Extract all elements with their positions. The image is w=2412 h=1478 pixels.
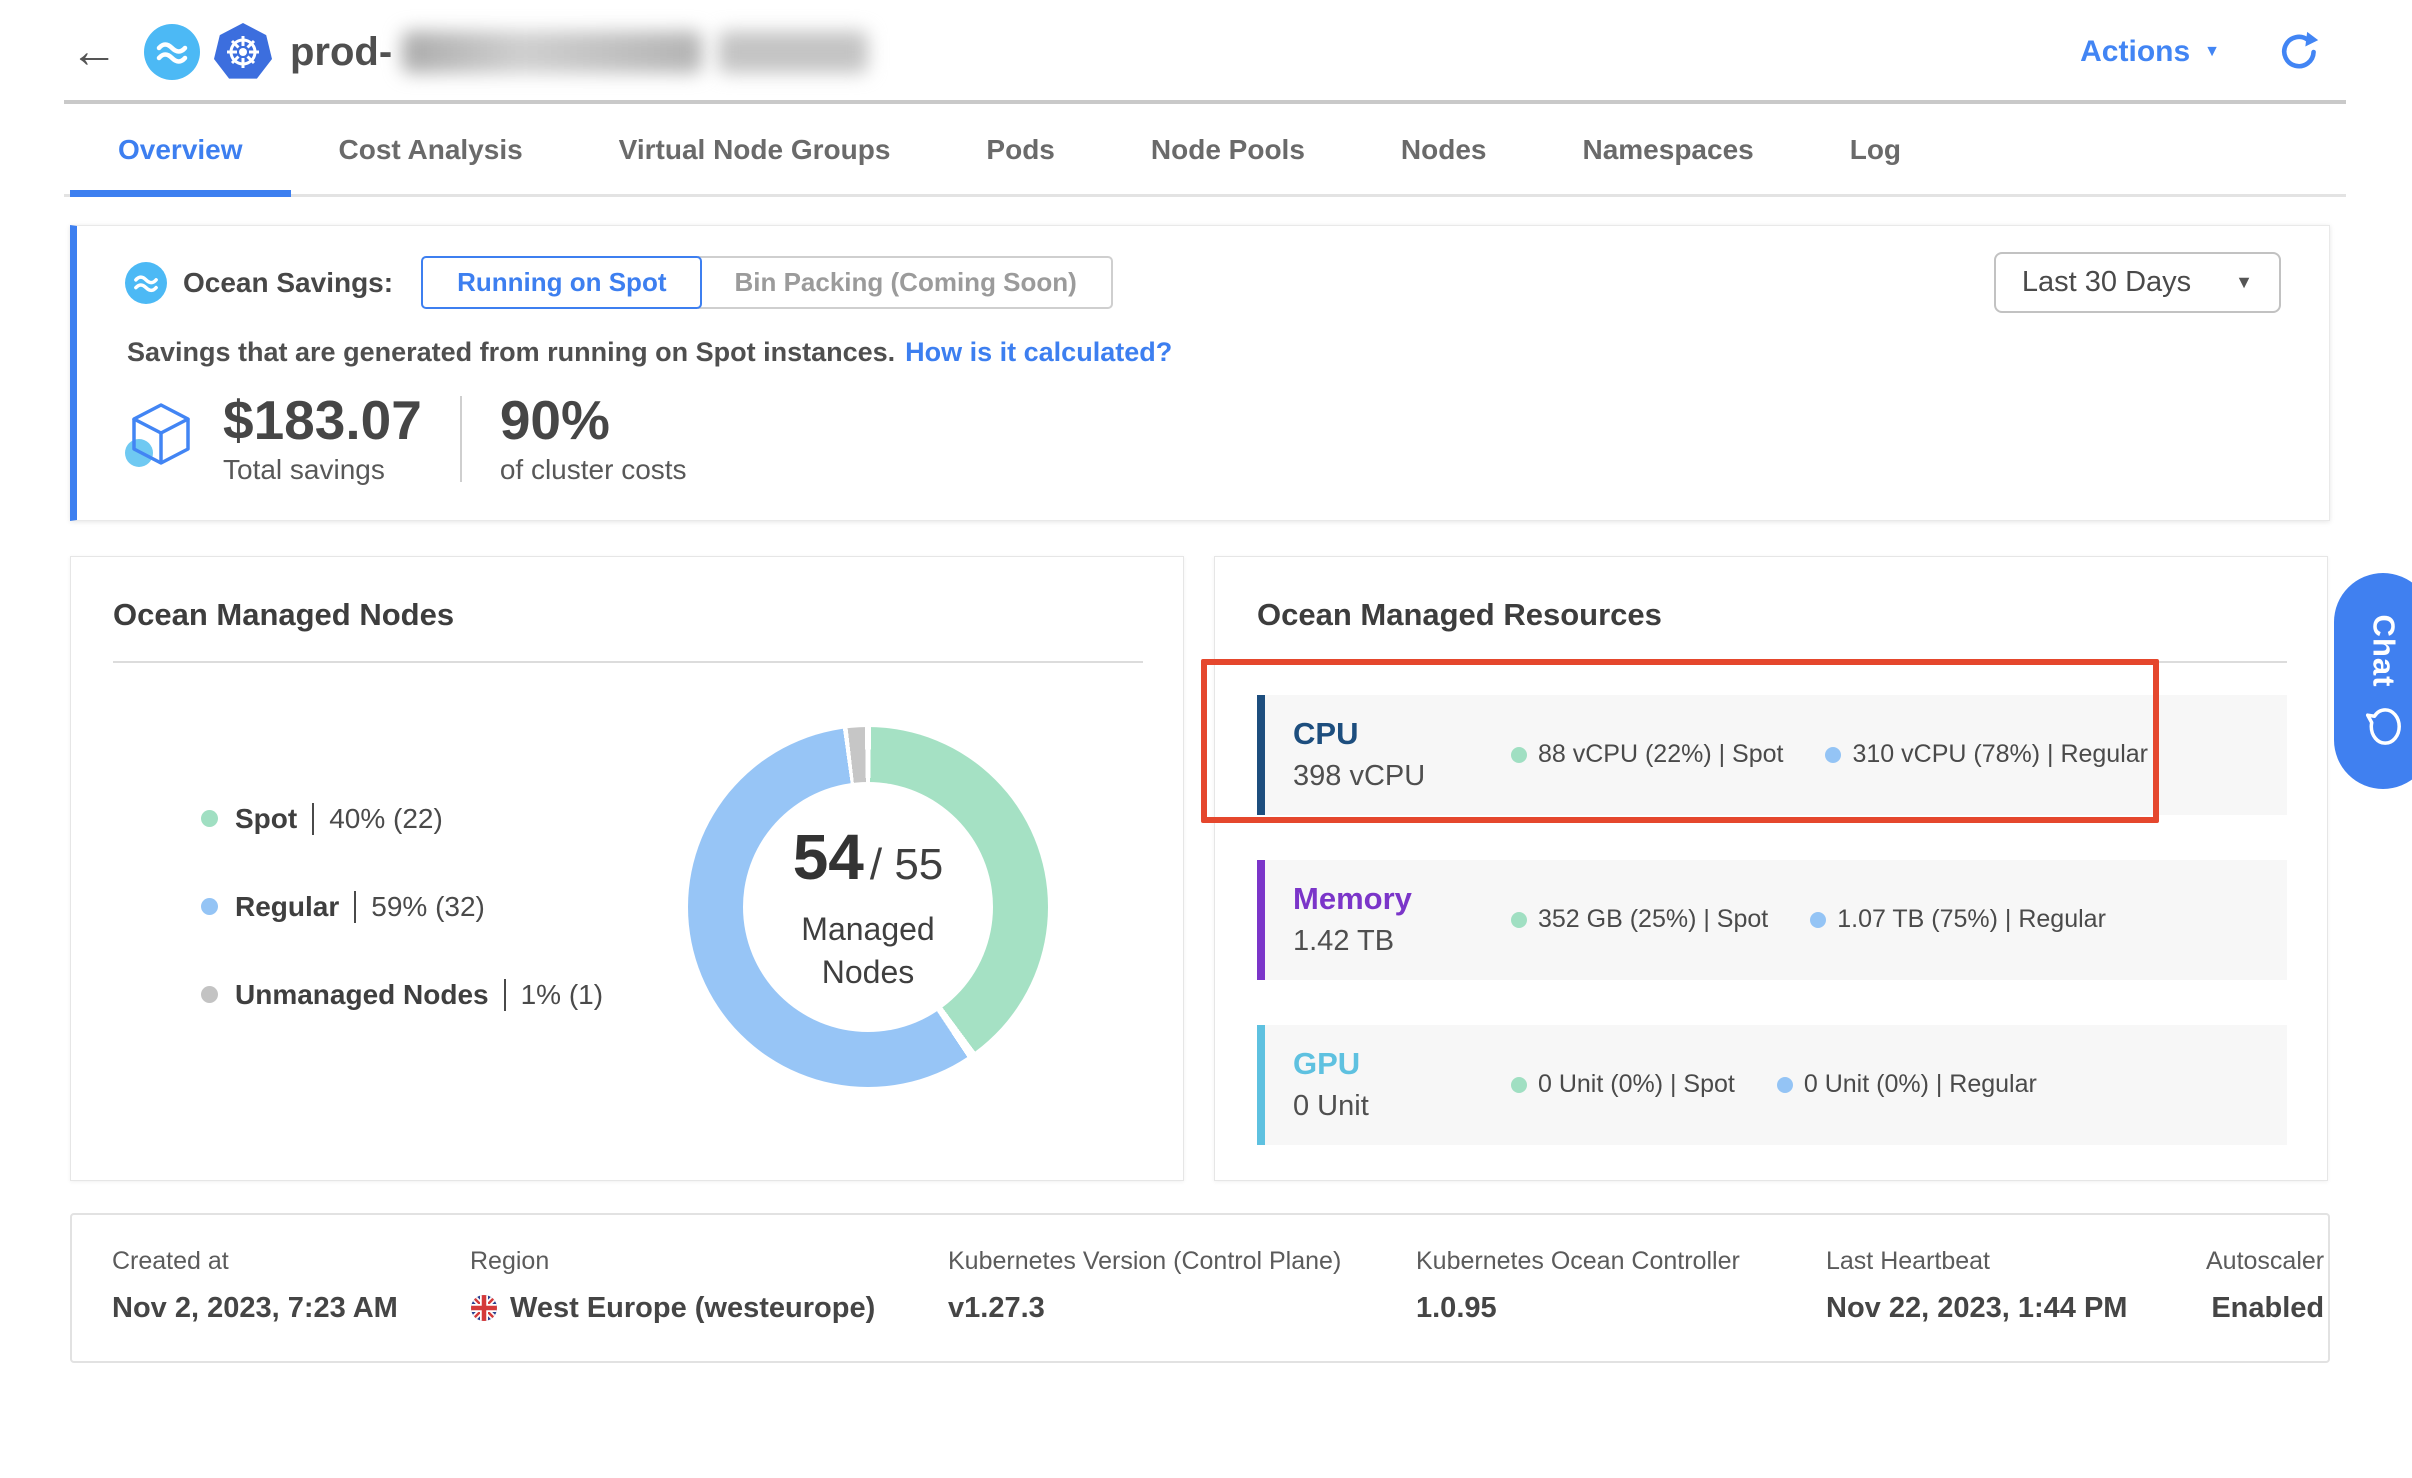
managed-count: 54 bbox=[793, 820, 864, 894]
bin-packing-toggle[interactable]: Bin Packing (Coming Soon) bbox=[698, 256, 1112, 309]
legend-item-regular: Regular 59% (32) bbox=[201, 891, 603, 923]
resource-row-cpu: CPU 398 vCPU 88 vCPU (22%) | Spot 310 vC… bbox=[1257, 695, 2287, 815]
back-arrow-icon[interactable]: ← bbox=[70, 28, 118, 76]
tab-log[interactable]: Log bbox=[1802, 104, 1949, 197]
managed-resources-title: Ocean Managed Resources bbox=[1215, 557, 2327, 633]
spot-dot-icon bbox=[201, 810, 218, 827]
managed-nodes-title: Ocean Managed Nodes bbox=[71, 557, 1183, 633]
ocean-logo-icon bbox=[144, 24, 200, 80]
chat-label: Chat bbox=[2365, 615, 2401, 688]
tab-node-pools[interactable]: Node Pools bbox=[1103, 104, 1353, 197]
legend-item-unmanaged: Unmanaged Nodes 1% (1) bbox=[201, 979, 603, 1011]
total-savings-value: $183.07 bbox=[223, 392, 422, 450]
memory-total: 1.42 TB bbox=[1293, 925, 1511, 958]
ocean-savings-card: Ocean Savings: Running on Spot Bin Packi… bbox=[70, 225, 2330, 521]
savings-view-toggle: Running on Spot Bin Packing (Coming Soon… bbox=[421, 256, 1113, 309]
gpu-regular-detail: 0 Unit (0%) | Regular bbox=[1777, 1070, 2037, 1099]
cpu-spot-detail: 88 vCPU (22%) | Spot bbox=[1511, 740, 1783, 769]
running-on-spot-toggle[interactable]: Running on Spot bbox=[421, 256, 702, 309]
memory-regular-detail: 1.07 TB (75%) | Regular bbox=[1810, 905, 2106, 934]
tab-bar: Overview Cost Analysis Virtual Node Grou… bbox=[64, 104, 2346, 197]
autoscaler-status-badge: Enabled bbox=[2206, 1292, 2324, 1325]
ocean-managed-nodes-panel: Ocean Managed Nodes Spot 40% (22) Regula… bbox=[70, 556, 1184, 1181]
cube-icon bbox=[125, 399, 197, 478]
cluster-info-bar: Created at Nov 2, 2023, 7:23 AM Region W… bbox=[70, 1213, 2330, 1363]
k8s-version-field: Kubernetes Version (Control Plane) v1.27… bbox=[948, 1247, 1416, 1325]
donut-center-text: 54 / 55 Managed Nodes bbox=[688, 727, 1048, 1087]
cpu-regular-detail: 310 vCPU (78%) | Regular bbox=[1825, 740, 2148, 769]
tab-namespaces[interactable]: Namespaces bbox=[1534, 104, 1801, 197]
last-heartbeat-field: Last Heartbeat Nov 22, 2023, 1:44 PM bbox=[1826, 1247, 2206, 1325]
cluster-cost-percent: 90% bbox=[500, 392, 687, 450]
cpu-total: 398 vCPU bbox=[1293, 760, 1511, 793]
redacted-cluster-name bbox=[402, 31, 868, 73]
autoscaler-field: Autoscaler Enabled bbox=[2206, 1247, 2324, 1325]
cluster-cost-stat: 90% of cluster costs bbox=[500, 392, 687, 486]
cpu-name: CPU bbox=[1293, 716, 1511, 752]
tab-nodes[interactable]: Nodes bbox=[1353, 104, 1535, 197]
regular-dot-icon bbox=[1810, 912, 1826, 928]
memory-spot-detail: 352 GB (25%) | Spot bbox=[1511, 905, 1768, 934]
actions-button[interactable]: Actions ▼ bbox=[2080, 35, 2220, 69]
ocean-controller-field: Kubernetes Ocean Controller 1.0.95 bbox=[1416, 1247, 1826, 1325]
tab-cost-analysis[interactable]: Cost Analysis bbox=[291, 104, 571, 197]
spot-dot-icon bbox=[1511, 1077, 1527, 1093]
gpu-spot-detail: 0 Unit (0%) | Spot bbox=[1511, 1070, 1735, 1099]
managed-nodes-donut-chart: 54 / 55 Managed Nodes bbox=[688, 727, 1048, 1087]
chat-button[interactable]: Chat bbox=[2334, 573, 2412, 789]
donut-label: Managed Nodes bbox=[763, 908, 973, 994]
ocean-savings-label: Ocean Savings: bbox=[183, 267, 393, 299]
chevron-down-icon: ▼ bbox=[2204, 43, 2220, 61]
spot-dot-icon bbox=[1511, 912, 1527, 928]
actions-label: Actions bbox=[2080, 35, 2190, 69]
tab-overview[interactable]: Overview bbox=[70, 104, 291, 197]
resource-row-gpu: GPU 0 Unit 0 Unit (0%) | Spot 0 Unit (0%… bbox=[1257, 1025, 2287, 1145]
cluster-cost-label: of cluster costs bbox=[500, 454, 687, 486]
total-count: / 55 bbox=[870, 840, 943, 890]
region-field: Region West Europe (westeurope) bbox=[470, 1247, 948, 1325]
period-dropdown-value: Last 30 Days bbox=[2022, 266, 2191, 299]
gpu-total: 0 Unit bbox=[1293, 1090, 1511, 1123]
tab-pods[interactable]: Pods bbox=[938, 104, 1102, 197]
ocean-wave-icon bbox=[125, 262, 167, 304]
header: ← prod- Actions ▼ bbox=[0, 0, 2412, 104]
legend-item-spot: Spot 40% (22) bbox=[201, 803, 603, 835]
kubernetes-logo-icon bbox=[214, 23, 272, 81]
regular-dot-icon bbox=[1777, 1077, 1793, 1093]
uk-flag-icon bbox=[470, 1294, 498, 1322]
savings-description: Savings that are generated from running … bbox=[125, 337, 2281, 368]
regular-dot-icon bbox=[1825, 747, 1841, 763]
cluster-title: prod- bbox=[290, 30, 392, 75]
gpu-name: GPU bbox=[1293, 1046, 1511, 1082]
nodes-legend: Spot 40% (22) Regular 59% (32) Unmanaged… bbox=[201, 803, 603, 1011]
divider bbox=[504, 979, 506, 1011]
how-calculated-link[interactable]: How is it calculated? bbox=[905, 337, 1172, 367]
spot-dot-icon bbox=[1511, 747, 1527, 763]
total-savings-stat: $183.07 Total savings bbox=[223, 392, 422, 486]
refresh-icon[interactable] bbox=[2276, 30, 2320, 74]
memory-name: Memory bbox=[1293, 881, 1511, 917]
total-savings-label: Total savings bbox=[223, 454, 422, 486]
period-dropdown[interactable]: Last 30 Days ▼ bbox=[1994, 252, 2281, 313]
chevron-down-icon: ▼ bbox=[2235, 272, 2253, 293]
unmanaged-dot-icon bbox=[201, 986, 218, 1003]
stat-divider bbox=[460, 396, 462, 482]
divider bbox=[354, 891, 356, 923]
chat-bubble-icon bbox=[2362, 705, 2404, 747]
created-at-field: Created at Nov 2, 2023, 7:23 AM bbox=[112, 1247, 470, 1325]
redacted-block bbox=[402, 31, 702, 73]
ocean-managed-resources-panel: Ocean Managed Resources CPU 398 vCPU 88 … bbox=[1214, 556, 2328, 1181]
regular-dot-icon bbox=[201, 898, 218, 915]
divider bbox=[312, 803, 314, 835]
tab-virtual-node-groups[interactable]: Virtual Node Groups bbox=[571, 104, 939, 197]
redacted-block bbox=[718, 31, 868, 73]
resource-row-memory: Memory 1.42 TB 352 GB (25%) | Spot 1.07 … bbox=[1257, 860, 2287, 980]
